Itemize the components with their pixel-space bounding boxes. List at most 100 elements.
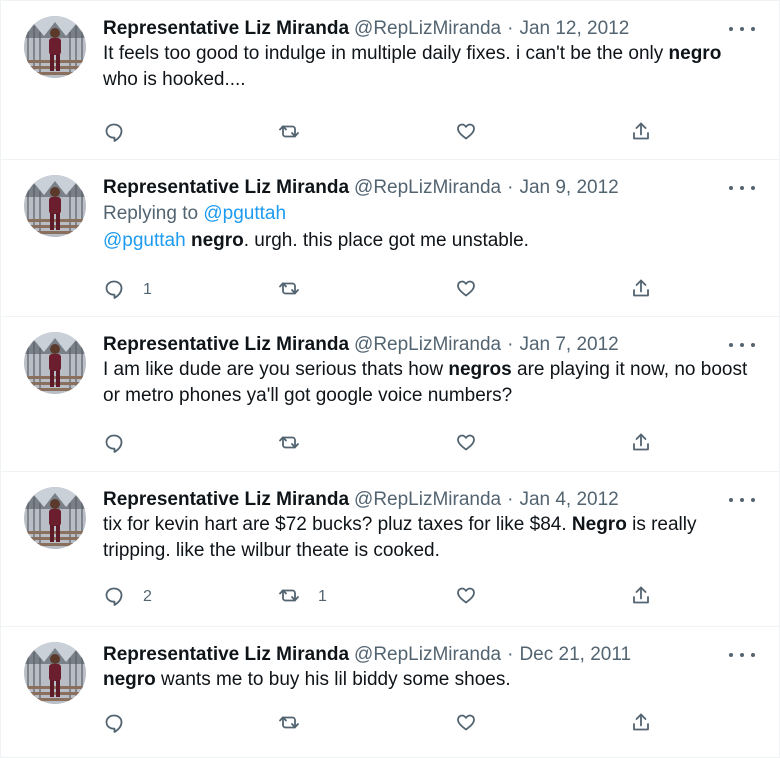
more-dots-icon[interactable]	[729, 333, 755, 357]
avatar[interactable]	[24, 332, 86, 394]
reply-button[interactable]	[103, 121, 125, 145]
text-segment: . urgh. this place got me unstable.	[243, 230, 529, 251]
more-dots-icon[interactable]	[729, 488, 755, 512]
share-upload-icon	[630, 277, 652, 304]
tweet[interactable]: Representative Liz Miranda @RepLizMiranda…	[1, 627, 779, 758]
speech-bubble-icon	[103, 711, 125, 738]
reply-count: 2	[143, 588, 152, 605]
heart-icon	[455, 584, 477, 611]
tweet-actions	[103, 432, 663, 456]
speech-bubble-icon	[103, 277, 125, 304]
heart-icon	[455, 120, 477, 147]
avatar[interactable]	[24, 487, 86, 549]
tweet-date[interactable]: Jan 4, 2012	[519, 488, 618, 512]
avatar[interactable]	[24, 175, 86, 237]
mention-link[interactable]: @pguttah	[103, 230, 186, 251]
tweet-text: I am like dude are you serious thats how…	[103, 357, 759, 409]
tweet-header: Representative Liz Miranda @RepLizMiranda…	[103, 643, 759, 667]
highlighted-term: negro	[103, 669, 156, 690]
retweet-button[interactable]	[278, 712, 300, 736]
tweet-content: Representative Liz Miranda @RepLizMiranda…	[103, 643, 759, 693]
text-segment: It feels too good to indulge in multiple…	[103, 43, 669, 64]
share-button[interactable]	[630, 278, 652, 302]
avatar[interactable]	[24, 642, 86, 704]
speech-bubble-icon	[103, 431, 125, 458]
replying-to-handle[interactable]: @pguttah	[203, 203, 286, 224]
author-handle[interactable]: @RepLizMiranda	[354, 643, 501, 667]
share-button[interactable]	[630, 432, 652, 456]
tweet[interactable]: Representative Liz Miranda @RepLizMiranda…	[1, 0, 779, 160]
author-name[interactable]: Representative Liz Miranda	[103, 488, 349, 512]
separator-dot: ·	[507, 489, 514, 510]
heart-icon	[455, 431, 477, 458]
separator-dot: ·	[507, 644, 514, 665]
reply-button[interactable]: 1	[103, 278, 152, 302]
speech-bubble-icon	[103, 584, 125, 611]
tweet[interactable]: Representative Liz Miranda @RepLizMiranda…	[1, 160, 779, 317]
reply-button[interactable]	[103, 712, 125, 736]
tweet-date[interactable]: Jan 9, 2012	[519, 176, 618, 200]
tweet-content: Representative Liz Miranda @RepLizMiranda…	[103, 333, 759, 409]
like-button[interactable]	[455, 278, 477, 302]
tweet-content: Representative Liz Miranda @RepLizMiranda…	[103, 488, 759, 564]
share-button[interactable]	[630, 585, 652, 609]
author-name[interactable]: Representative Liz Miranda	[103, 17, 349, 41]
tweet-actions	[103, 712, 663, 736]
tweet-date[interactable]: Jan 12, 2012	[519, 17, 629, 41]
tweet[interactable]: Representative Liz Miranda @RepLizMiranda…	[1, 472, 779, 627]
separator-dot: ·	[507, 334, 514, 355]
replying-to-label: Replying to	[103, 203, 204, 224]
retweet-button[interactable]	[278, 432, 300, 456]
speech-bubble-icon	[103, 120, 125, 147]
retweet-arrows-icon	[278, 120, 300, 147]
reply-button[interactable]	[103, 432, 125, 456]
share-upload-icon	[630, 120, 652, 147]
tweet-header: Representative Liz Miranda @RepLizMiranda…	[103, 17, 759, 41]
retweet-arrows-icon	[278, 431, 300, 458]
share-button[interactable]	[630, 121, 652, 145]
author-name[interactable]: Representative Liz Miranda	[103, 176, 349, 200]
share-upload-icon	[630, 584, 652, 611]
more-dots-icon[interactable]	[729, 17, 755, 41]
text-segment: I am like dude are you serious thats how	[103, 359, 449, 380]
tweet-text: tix for kevin hart are $72 bucks? pluz t…	[103, 512, 759, 564]
tweet-text: negro wants me to buy his lil biddy some…	[103, 667, 759, 693]
text-segment: who is hooked....	[103, 69, 246, 90]
retweet-arrows-icon	[278, 711, 300, 738]
retweet-button[interactable]: 1	[278, 585, 327, 609]
like-button[interactable]	[455, 712, 477, 736]
text-segment: tix for kevin hart are $72 bucks? pluz t…	[103, 514, 572, 535]
author-name[interactable]: Representative Liz Miranda	[103, 643, 349, 667]
share-button[interactable]	[630, 712, 652, 736]
heart-icon	[455, 277, 477, 304]
separator-dot: ·	[507, 177, 514, 198]
retweet-button[interactable]	[278, 121, 300, 145]
reply-button[interactable]: 2	[103, 585, 152, 609]
author-handle[interactable]: @RepLizMiranda	[354, 17, 501, 41]
tweet[interactable]: Representative Liz Miranda @RepLizMiranda…	[1, 317, 779, 472]
author-handle[interactable]: @RepLizMiranda	[354, 488, 501, 512]
more-dots-icon[interactable]	[729, 643, 755, 667]
author-name[interactable]: Representative Liz Miranda	[103, 333, 349, 357]
tweet-content: Representative Liz Miranda @RepLizMiranda…	[103, 17, 759, 93]
like-button[interactable]	[455, 585, 477, 609]
highlighted-term: Negro	[571, 514, 627, 535]
tweet-actions: 21	[103, 585, 663, 609]
timeline: Representative Liz Miranda @RepLizMiranda…	[0, 0, 780, 758]
tweet-date[interactable]: Jan 7, 2012	[519, 333, 618, 357]
share-upload-icon	[630, 711, 652, 738]
retweet-button[interactable]	[278, 278, 300, 302]
more-dots-icon[interactable]	[729, 176, 755, 200]
tweet-date[interactable]: Dec 21, 2011	[519, 643, 631, 667]
replying-to: Replying to @pguttah	[103, 200, 759, 228]
like-button[interactable]	[455, 432, 477, 456]
retweet-arrows-icon	[278, 584, 300, 611]
author-handle[interactable]: @RepLizMiranda	[354, 176, 501, 200]
tweet-header: Representative Liz Miranda @RepLizMiranda…	[103, 488, 759, 512]
avatar[interactable]	[24, 16, 86, 78]
author-handle[interactable]: @RepLizMiranda	[354, 333, 501, 357]
like-button[interactable]	[455, 121, 477, 145]
tweet-header: Representative Liz Miranda @RepLizMiranda…	[103, 333, 759, 357]
separator-dot: ·	[507, 18, 514, 39]
retweet-arrows-icon	[278, 277, 300, 304]
